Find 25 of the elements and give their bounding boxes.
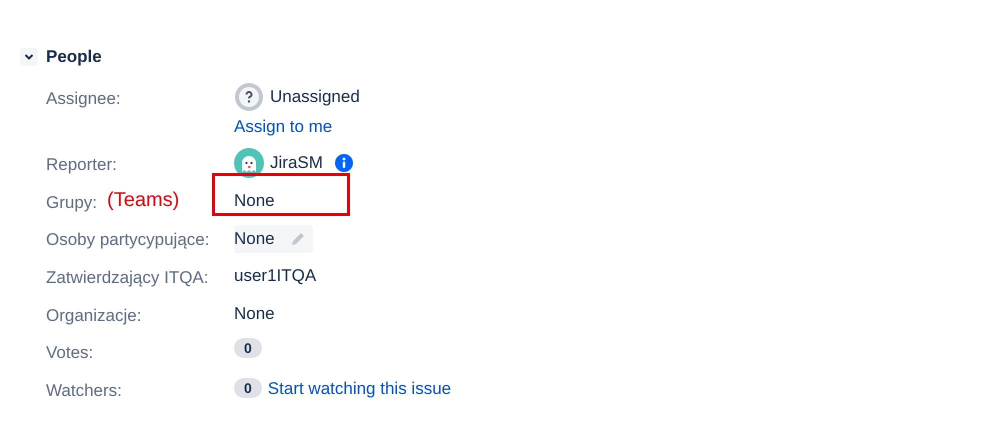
field-label: Grupy: [46,192,98,214]
field-label: Assignee: [46,88,121,110]
section-title: People [46,46,102,68]
ghost-avatar-icon [234,148,264,178]
annotation-text: (Teams) [107,190,180,210]
field-value: user1ITQA [234,266,316,285]
field-value: JiraSM [270,152,323,174]
unknown-user-icon [234,82,264,112]
field-label: Watchers: [46,380,122,402]
field-label: Votes: [46,342,94,364]
field-label: Organizacje: [46,304,142,326]
count-badge: 0 [234,378,262,398]
count-badge: 0 [234,338,262,358]
info-icon[interactable] [334,154,353,172]
chevron-icon [24,52,34,62]
field-label: Osoby partycypujące: [46,229,210,251]
assign-link[interactable]: Assign to me [234,114,360,140]
editable-field[interactable]: None [234,225,313,253]
field-label: Zatwierdzający ITQA: [46,267,208,289]
field-value: None [234,190,275,210]
field-value: Unassigned [270,86,360,108]
watch-link[interactable]: Start watching this issue [268,376,452,401]
field-value: None [234,304,275,322]
collapse-toggle[interactable] [20,48,38,66]
field-label: Reporter: [46,154,117,176]
